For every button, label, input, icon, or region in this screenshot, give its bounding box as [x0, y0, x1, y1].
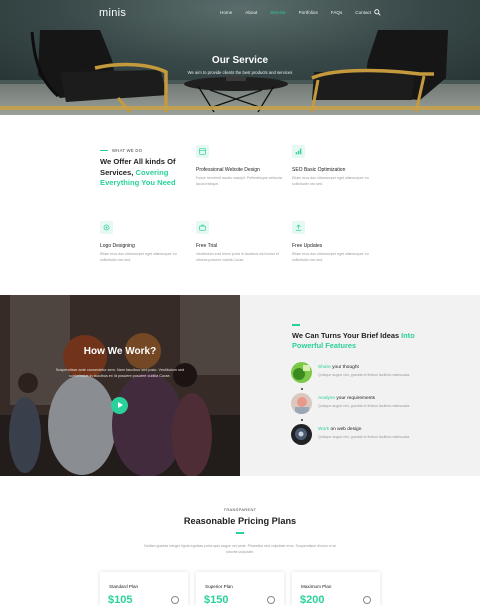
plan-price: $105: [108, 594, 133, 605]
step-description: Quisque augue nisi, gravida et finibus f…: [318, 404, 411, 408]
briefcase-icon: [196, 221, 209, 234]
plan-name: Standard Plan: [109, 584, 139, 589]
services-kicker: WHAT WE DO: [100, 148, 142, 153]
team-photo: [0, 295, 240, 476]
work-process-heading: We Can Turns Your Brief Ideas Into Power…: [292, 331, 432, 351]
user-icon: [267, 596, 275, 604]
step-title-highlight: Work: [318, 427, 330, 432]
hero-banner: minis Home About Service Portfolios FAQs…: [0, 0, 480, 115]
plan-card-standard[interactable]: Standard Plan $105: [100, 572, 188, 605]
step-share-thought: Share your thought Quisque augue nisi, g…: [291, 362, 441, 384]
nav-item-contact[interactable]: Contact: [355, 10, 371, 15]
step-title: Share your thought: [318, 365, 359, 370]
service-title: Professional Website Design: [196, 167, 260, 173]
analyze-step-image: [291, 393, 312, 414]
step-title-highlight: Analyze: [318, 396, 336, 401]
nav-item-faqs[interactable]: FAQs: [331, 10, 343, 15]
accent-bar: [236, 532, 244, 534]
plan-card-superior[interactable]: Superior Plan $150: [196, 572, 284, 605]
service-title: SEO Basic Optimization: [292, 167, 346, 173]
services-kicker-label: WHAT WE DO: [112, 148, 143, 153]
service-card-seo[interactable]: SEO Basic Optimization Etiam eros dou ul…: [292, 145, 384, 187]
document-icon: [171, 596, 179, 604]
plan-name: Maximum Plan: [301, 584, 332, 589]
step-connector-dot: [301, 388, 303, 390]
main-navigation: minis Home About Service Portfolios FAQs…: [0, 6, 480, 20]
pricing-kicker: TRANSPARENT: [223, 507, 257, 512]
plan-card-maximum[interactable]: Maximum Plan $200: [292, 572, 380, 605]
accent-bar: [292, 324, 300, 326]
step-title: Analyze your requirements: [318, 396, 375, 401]
nav-item-service[interactable]: Service: [270, 10, 285, 15]
nav-item-home[interactable]: Home: [220, 10, 232, 15]
hero-subtitle: We aim to provide clients the best produ…: [187, 70, 293, 75]
step-description: Quisque augue nisi, gravida et finibus f…: [318, 373, 411, 377]
browser-icon: [196, 145, 209, 158]
work-description: Suspendisse ante consectetur sem. Nam fa…: [55, 368, 185, 378]
pricing-description: Nullam gravida integer ligula egestas po…: [144, 544, 336, 554]
step-work-web-design: Work on web design Quisque augue nisi, g…: [291, 424, 441, 446]
step-title-rest: your requirements: [335, 396, 376, 401]
step-connector-dot: [301, 419, 303, 421]
plan-price: $200: [300, 594, 325, 605]
service-card-logo-designing[interactable]: Logo Designing Etiam eros dou ullamcorpe…: [100, 221, 192, 263]
photo-overlay: [0, 295, 240, 476]
nav-menu: Home About Service Portfolios FAQs Conta…: [220, 10, 384, 15]
step-analyze-requirements: Analyze your requirements Quisque augue …: [291, 393, 441, 415]
plan-price: $150: [204, 594, 229, 605]
service-description: Etiam eros dou ullamcorper eget ullamcor…: [100, 252, 177, 262]
page-title: Our Service: [211, 55, 269, 66]
step-description: Quisque augue nisi, gravida et finibus f…: [318, 435, 411, 439]
service-card-free-trial[interactable]: Free Trial Vestibulum erat lorem porta i…: [196, 221, 288, 263]
share-step-image: [291, 362, 312, 383]
work-process-panel: [240, 295, 480, 476]
service-description: Vestibulum erat lorem porta in faucibus …: [196, 252, 279, 262]
service-title: Free Trial: [196, 243, 218, 249]
work-heading-text: We Can Turns Your Brief Ideas: [292, 331, 402, 340]
step-title: Work on web design: [318, 427, 361, 432]
service-card-free-updates[interactable]: Free Updates Etiam eros dou ullamcorper …: [292, 221, 384, 263]
pricing-title: Reasonable Pricing Plans: [183, 516, 297, 526]
play-video-button[interactable]: [111, 397, 128, 414]
service-description: Etiam eros dou ullamcorper eget ullamcor…: [292, 252, 369, 262]
step-title-highlight: Share: [318, 365, 331, 370]
nav-item-portfolios[interactable]: Portfolios: [299, 10, 318, 15]
hero-floor-strip: [0, 106, 480, 110]
rocket-icon: [363, 596, 371, 604]
brand-logo[interactable]: minis: [99, 7, 126, 19]
service-title: Logo Designing: [100, 243, 135, 249]
accent-bar: [100, 149, 108, 152]
plan-name: Superior Plan: [205, 584, 233, 589]
settings-icon: [100, 221, 113, 234]
nav-item-about[interactable]: About: [245, 10, 257, 15]
search-icon[interactable]: [374, 9, 381, 16]
service-card-website-design[interactable]: Professional Website Design Fusce hendre…: [196, 145, 288, 187]
step-title-rest: your thought: [330, 365, 359, 370]
chart-icon: [292, 145, 305, 158]
work-title: How We Work?: [83, 346, 157, 357]
work-step-image: [291, 424, 312, 445]
upload-icon: [292, 221, 305, 234]
service-description: Fusce hendrerit iaculis suscipit. Pellen…: [196, 176, 282, 186]
step-title-rest: on web design: [329, 427, 362, 432]
service-description: Etiam eros dou ullamcorper eget ullamcor…: [292, 176, 369, 186]
services-heading: We Offer All kinds Of Services, Covering…: [100, 157, 192, 189]
service-title: Free Updates: [292, 243, 323, 249]
